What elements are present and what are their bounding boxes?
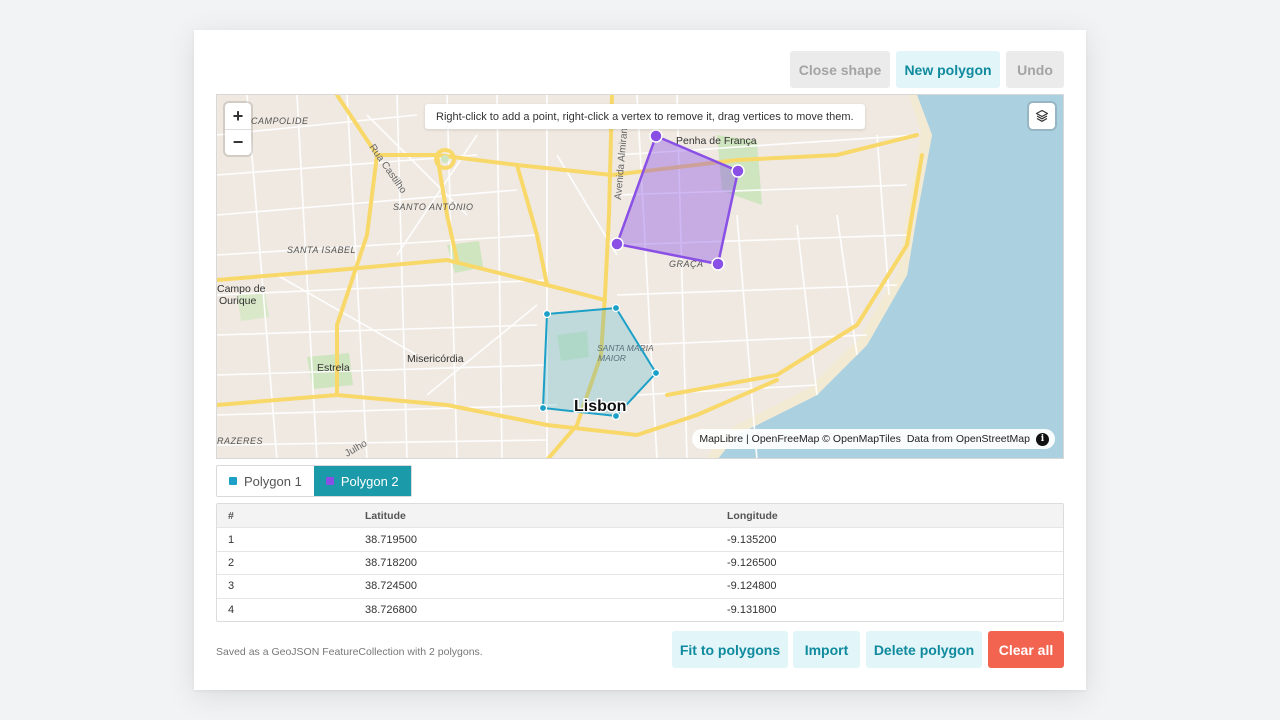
table-header: # Latitude Longitude — [217, 504, 1063, 528]
close-shape-button[interactable]: Close shape — [790, 51, 890, 88]
fit-to-polygons-button[interactable]: Fit to polygons — [672, 631, 788, 668]
zoom-control: + − — [225, 103, 251, 155]
row-latitude: 38.724500 — [365, 580, 417, 593]
polygon-2-vertex[interactable] — [711, 257, 725, 271]
row-latitude: 38.726800 — [365, 603, 417, 616]
tab-polygon-2-label: Polygon 2 — [340, 473, 399, 489]
row-index: 4 — [228, 603, 235, 616]
map-label-santa-isabel: SANTA ISABEL — [287, 245, 356, 255]
zoom-in-button[interactable]: + — [225, 103, 251, 129]
polygon-2-swatch — [325, 477, 334, 485]
clear-all-button[interactable]: Clear all — [988, 631, 1064, 668]
header-longitude: Longitude — [727, 509, 778, 522]
tab-polygon-2[interactable]: Polygon 2 — [313, 466, 411, 496]
table-row: 3 38.724500 -9.124800 — [217, 574, 1063, 597]
polygon-1-vertex[interactable] — [538, 403, 548, 413]
row-longitude: -9.135200 — [727, 533, 777, 546]
row-index: 1 — [228, 533, 235, 546]
table-row: 2 38.718200 -9.126500 — [217, 550, 1063, 574]
polygon-1-vertex[interactable] — [651, 368, 661, 378]
map-basemap: CAMPOLIDE Rua Castilho SANTO ANTÓNIO SAN… — [217, 95, 1063, 458]
map-label-campolide: CAMPOLIDE — [251, 116, 309, 126]
map-label-campo-de: Campo de — [217, 283, 266, 295]
map-label-ourique: Ourique — [219, 295, 257, 307]
vertex-table: # Latitude Longitude 1 38.719500 -9.1352… — [216, 503, 1064, 622]
map-label-misericordia: Misericórdia — [407, 353, 464, 365]
map-label-lisbon: Lisbon — [574, 398, 626, 415]
polygon-1-vertex[interactable] — [542, 309, 552, 319]
import-button[interactable]: Import — [793, 631, 860, 668]
map-instructions: Right-click to add a point, right-click … — [425, 104, 865, 129]
tab-polygon-1[interactable]: Polygon 1 — [217, 466, 314, 496]
polygon-1-swatch — [229, 477, 237, 485]
tab-polygon-1-label: Polygon 1 — [244, 473, 302, 489]
row-index: 3 — [228, 580, 235, 593]
polygon-2-vertex[interactable] — [731, 164, 745, 178]
map-attribution: MapLibre | OpenFreeMap © OpenMapTiles Da… — [692, 429, 1055, 449]
polygon-2-vertex[interactable] — [649, 129, 663, 143]
row-latitude: 38.719500 — [365, 533, 417, 546]
attribution-maplibre-link[interactable]: MapLibre | OpenFreeMap © OpenMapTiles — [699, 433, 901, 445]
header-latitude: Latitude — [365, 509, 406, 522]
save-status-note: Saved as a GeoJSON FeatureCollection wit… — [216, 646, 483, 658]
polygon-1-vertex[interactable] — [611, 303, 621, 313]
header-index: # — [228, 509, 234, 522]
layers-button[interactable] — [1029, 103, 1055, 129]
polygon-editor-card: Close shape New polygon Undo CAMPOLIDE R… — [194, 30, 1086, 690]
row-longitude: -9.131800 — [727, 603, 777, 616]
undo-button[interactable]: Undo — [1006, 51, 1064, 88]
row-longitude: -9.124800 — [727, 580, 777, 593]
row-index: 2 — [228, 556, 235, 569]
table-row: 4 38.726800 -9.131800 — [217, 597, 1063, 621]
polygon-tabs: Polygon 1 Polygon 2 — [216, 465, 412, 497]
row-longitude: -9.126500 — [727, 556, 777, 569]
row-latitude: 38.718200 — [365, 556, 417, 569]
map-label-santo-antonio: SANTO ANTÓNIO — [393, 202, 474, 212]
table-row: 1 38.719500 -9.135200 — [217, 527, 1063, 550]
map-label-prazeres: RAZERES — [217, 436, 263, 446]
map-label-estrela: Estrela — [317, 362, 350, 374]
map-canvas[interactable]: CAMPOLIDE Rua Castilho SANTO ANTÓNIO SAN… — [216, 94, 1064, 459]
zoom-out-button[interactable]: − — [225, 129, 251, 155]
polygon-2-vertex[interactable] — [610, 237, 624, 251]
map-label-penha: Penha de França — [676, 135, 757, 147]
delete-polygon-button[interactable]: Delete polygon — [866, 631, 982, 668]
info-icon[interactable]: i — [1036, 432, 1049, 446]
layers-icon — [1035, 109, 1049, 122]
new-polygon-button[interactable]: New polygon — [896, 51, 1000, 88]
attribution-osm-link[interactable]: OpenStreetMap — [956, 433, 1030, 445]
attribution-data-from: Data from — [906, 433, 953, 445]
